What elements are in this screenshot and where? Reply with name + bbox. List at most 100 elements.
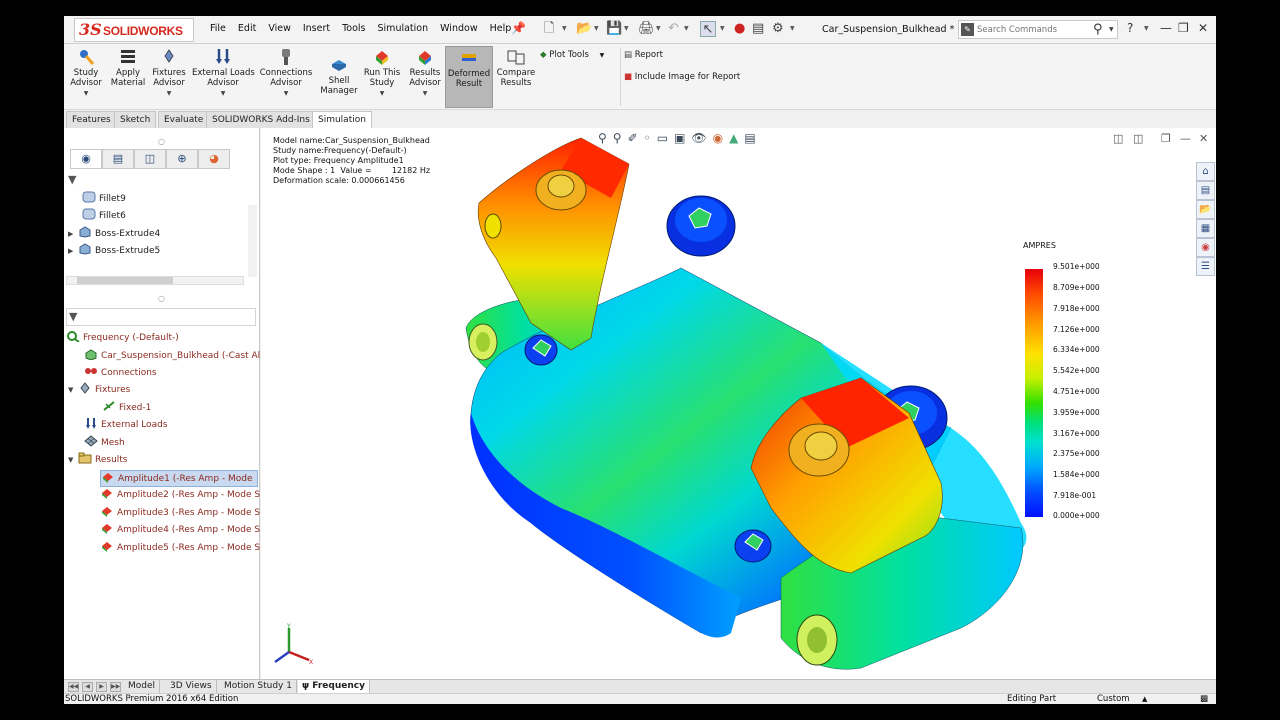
tree-item-fillet6[interactable]: Fillet6: [82, 208, 126, 225]
tab-model[interactable]: Model: [124, 680, 161, 694]
search-input[interactable]: [977, 23, 1089, 37]
include-image-button[interactable]: ■ Include Image for Report: [624, 72, 740, 82]
scroll-thumb[interactable]: [77, 277, 173, 284]
undo-dropdown-icon[interactable]: ▼: [684, 25, 689, 32]
prev-tab-arrow-icon[interactable]: ◀: [82, 682, 93, 692]
tab-simulation[interactable]: Simulation: [312, 111, 372, 128]
tree-item-fillet9[interactable]: Fillet9: [82, 191, 126, 208]
tab-frequency[interactable]: ψ Frequency: [298, 680, 370, 694]
study-mesh-item[interactable]: Mesh: [84, 435, 125, 452]
first-tab-arrow-icon[interactable]: ◀◀: [68, 682, 79, 692]
save-dropdown-icon[interactable]: ▼: [624, 25, 629, 32]
minimize-icon[interactable]: —: [1160, 21, 1172, 35]
search-scope-icon[interactable]: ✎: [961, 23, 974, 36]
pin-menu-icon[interactable]: 📌: [511, 21, 526, 35]
collapse-arrow-icon[interactable]: ▼: [68, 382, 78, 398]
study-external-loads-item[interactable]: External Loads: [84, 417, 167, 434]
undo-icon[interactable]: ↶: [668, 21, 679, 37]
tab-sketch[interactable]: Sketch: [114, 111, 157, 128]
tab-features[interactable]: Features: [66, 111, 117, 128]
help-dropdown-icon[interactable]: ▼: [1144, 25, 1149, 32]
external-loads-dropdown-icon[interactable]: ▼: [192, 89, 254, 99]
new-document-icon[interactable]: 🗋: [544, 21, 554, 37]
fixtures-advisor-dropdown-icon[interactable]: ▼: [150, 89, 188, 99]
result-amplitude3[interactable]: Amplitude3 (-Res Amp - Mode S: [100, 505, 260, 522]
deformed-result-button[interactable]: Deformed Result: [445, 46, 493, 108]
compare-results-button[interactable]: Compare Results: [496, 48, 536, 88]
study-frequency-root[interactable]: Frequency (-Default-): [66, 330, 179, 347]
options-gear-icon[interactable]: ⚙: [772, 21, 784, 37]
fixtures-advisor-button[interactable]: Fixtures Advisor ▼: [150, 48, 188, 99]
options-dropdown-icon[interactable]: ▼: [790, 25, 795, 32]
search-icon[interactable]: ⚲: [1093, 22, 1103, 37]
filter-icon[interactable]: ▼: [66, 172, 82, 190]
external-loads-advisor-button[interactable]: External Loads Advisor ▼: [192, 48, 255, 99]
result-amplitude1[interactable]: Amplitude1 (-Res Amp - Mode: [100, 470, 258, 487]
tree-item-boss-extrude4[interactable]: ▶ Boss-Extrude4: [68, 226, 160, 243]
result-amplitude5[interactable]: Amplitude5 (-Res Amp - Mode S: [100, 540, 260, 557]
select-dropdown-icon[interactable]: ▼: [720, 25, 725, 32]
menu-insert[interactable]: Insert: [297, 23, 336, 34]
display-manager-tab-icon[interactable]: ◕: [198, 149, 230, 169]
bulkhead-model-render[interactable]: [261, 128, 1216, 679]
study-advisor-dropdown-icon[interactable]: ▼: [68, 89, 104, 99]
tree-splitter[interactable]: ○: [158, 294, 165, 303]
apply-material-button[interactable]: Apply Material: [108, 48, 148, 88]
property-manager-tab-icon[interactable]: ▤: [102, 149, 134, 169]
study-results-folder[interactable]: ▼ Results: [68, 452, 128, 469]
run-study-dropdown-icon[interactable]: ▼: [362, 89, 402, 99]
resize-grip-icon[interactable]: ▩: [1200, 694, 1208, 704]
menu-tools[interactable]: Tools: [336, 23, 371, 34]
feature-tree-horizontal-scrollbar[interactable]: [66, 276, 244, 285]
connections-advisor-button[interactable]: Connections Advisor ▼: [258, 48, 314, 99]
graphics-area[interactable]: Model name:Car_Suspension_Bulkhead Study…: [261, 128, 1216, 679]
run-this-study-button[interactable]: Run This Study ▼: [362, 48, 402, 99]
connections-dropdown-icon[interactable]: ▼: [258, 89, 314, 99]
collapse-arrow-icon[interactable]: ▼: [68, 452, 78, 468]
menu-edit[interactable]: Edit: [232, 23, 262, 34]
results-advisor-button[interactable]: Results Advisor ▼: [406, 48, 444, 99]
menu-simulation[interactable]: Simulation: [372, 23, 435, 34]
dimxpert-manager-tab-icon[interactable]: ⊕: [166, 149, 198, 169]
study-filter-field[interactable]: ▼: [66, 308, 256, 326]
next-tab-arrow-icon[interactable]: ▶: [96, 682, 107, 692]
open-dropdown-icon[interactable]: ▼: [594, 25, 599, 32]
menu-view[interactable]: View: [262, 23, 297, 34]
close-icon[interactable]: ✕: [1198, 21, 1208, 35]
expand-arrow-icon[interactable]: ▶: [68, 243, 78, 259]
tab-3d-views[interactable]: 3D Views: [166, 680, 217, 694]
new-dropdown-icon[interactable]: ▼: [562, 25, 567, 32]
tree-item-boss-extrude5[interactable]: ▶ Boss-Extrude5: [68, 243, 160, 260]
menu-file[interactable]: File: [204, 23, 232, 34]
file-properties-icon[interactable]: ▤: [752, 21, 764, 37]
panel-splitter[interactable]: ○: [158, 137, 165, 146]
feature-manager-tab-icon[interactable]: ◉: [70, 149, 102, 169]
result-amplitude4[interactable]: Amplitude4 (-Res Amp - Mode S: [100, 522, 260, 539]
units-dropdown-icon[interactable]: ▲: [1142, 694, 1147, 704]
result-amplitude2[interactable]: Amplitude2 (-Res Amp - Mode S: [100, 487, 260, 504]
help-icon[interactable]: ?: [1127, 21, 1133, 35]
plot-tools-dropdown-icon[interactable]: ▼: [600, 52, 605, 59]
unit-system-button[interactable]: Custom: [1097, 694, 1130, 704]
shell-manager-button[interactable]: Shell Manager: [318, 56, 360, 96]
print-icon[interactable]: 🖨: [638, 21, 655, 37]
last-tab-arrow-icon[interactable]: ▶▶: [110, 682, 121, 692]
tab-evaluate[interactable]: Evaluate: [158, 111, 210, 128]
plot-tools-button[interactable]: ◆ Plot Tools ▼: [540, 50, 604, 60]
solidworks-logo[interactable]: 3S SOLIDWORKS: [74, 18, 194, 42]
feature-tree-vertical-scrollbar[interactable]: [248, 205, 257, 277]
study-fixtures-item[interactable]: ▼ Fixtures: [68, 382, 130, 399]
study-advisor-button[interactable]: Study Advisor ▼: [68, 48, 104, 99]
open-document-icon[interactable]: 📂: [576, 21, 592, 37]
report-button[interactable]: ▤ Report: [624, 50, 663, 60]
print-dropdown-icon[interactable]: ▼: [656, 25, 661, 32]
rebuild-icon[interactable]: ●: [734, 21, 745, 37]
search-dropdown-icon[interactable]: ▼: [1109, 26, 1114, 33]
study-connections-item[interactable]: Connections: [84, 365, 157, 382]
tab-motion-study-1[interactable]: Motion Study 1: [220, 680, 297, 694]
save-icon[interactable]: 💾: [606, 21, 622, 37]
study-fixed-1-item[interactable]: Fixed-1: [102, 400, 151, 417]
menu-window[interactable]: Window: [434, 23, 483, 34]
study-part-item[interactable]: Car_Suspension_Bulkhead (-Cast Allo: [84, 348, 268, 365]
restore-icon[interactable]: ❐: [1178, 21, 1189, 35]
